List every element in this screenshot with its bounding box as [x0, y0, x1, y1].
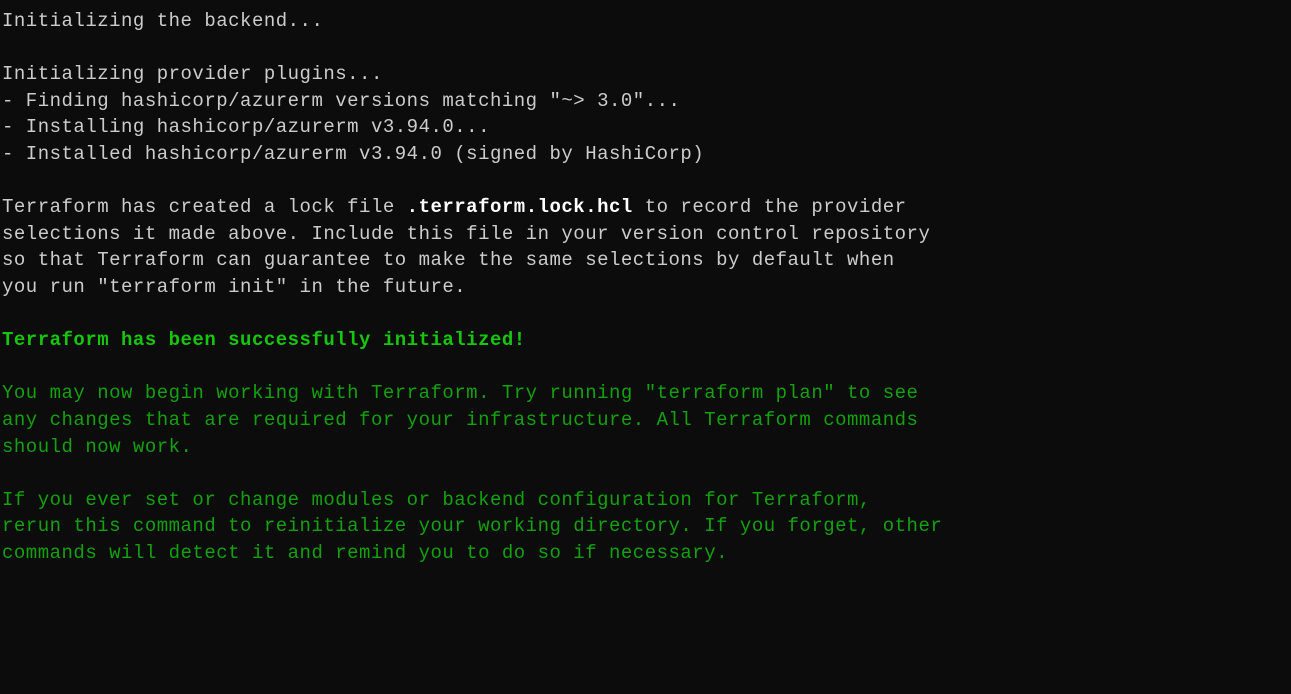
output-line-init-plugins: Initializing provider plugins...	[2, 61, 1289, 88]
output-line-advice-1: You may now begin working with Terraform…	[2, 380, 1289, 407]
output-line-installed: - Installed hashicorp/azurerm v3.94.0 (s…	[2, 141, 1289, 168]
lockfile-name: .terraform.lock.hcl	[407, 196, 633, 218]
output-line-advice-4: If you ever set or change modules or bac…	[2, 487, 1289, 514]
text-part: to record the provider	[633, 196, 907, 218]
blank-line	[2, 301, 1289, 328]
output-line-advice-3: should now work.	[2, 434, 1289, 461]
blank-line	[2, 460, 1289, 487]
output-line-lockfile-1: Terraform has created a lock file .terra…	[2, 194, 1289, 221]
output-line-installing: - Installing hashicorp/azurerm v3.94.0..…	[2, 114, 1289, 141]
output-line-lockfile-3: so that Terraform can guarantee to make …	[2, 247, 1289, 274]
output-line-advice-6: commands will detect it and remind you t…	[2, 540, 1289, 567]
text-part: Terraform has created a lock file	[2, 196, 407, 218]
output-line-success: Terraform has been successfully initiali…	[2, 327, 1289, 354]
output-line-advice-5: rerun this command to reinitialize your …	[2, 513, 1289, 540]
output-line-finding: - Finding hashicorp/azurerm versions mat…	[2, 88, 1289, 115]
output-line-lockfile-2: selections it made above. Include this f…	[2, 221, 1289, 248]
output-line-lockfile-4: you run "terraform init" in the future.	[2, 274, 1289, 301]
terminal-output: Initializing the backend... Initializing…	[2, 8, 1289, 566]
blank-line	[2, 168, 1289, 195]
blank-line	[2, 354, 1289, 381]
output-line-advice-2: any changes that are required for your i…	[2, 407, 1289, 434]
output-line-init-backend: Initializing the backend...	[2, 8, 1289, 35]
blank-line	[2, 35, 1289, 62]
